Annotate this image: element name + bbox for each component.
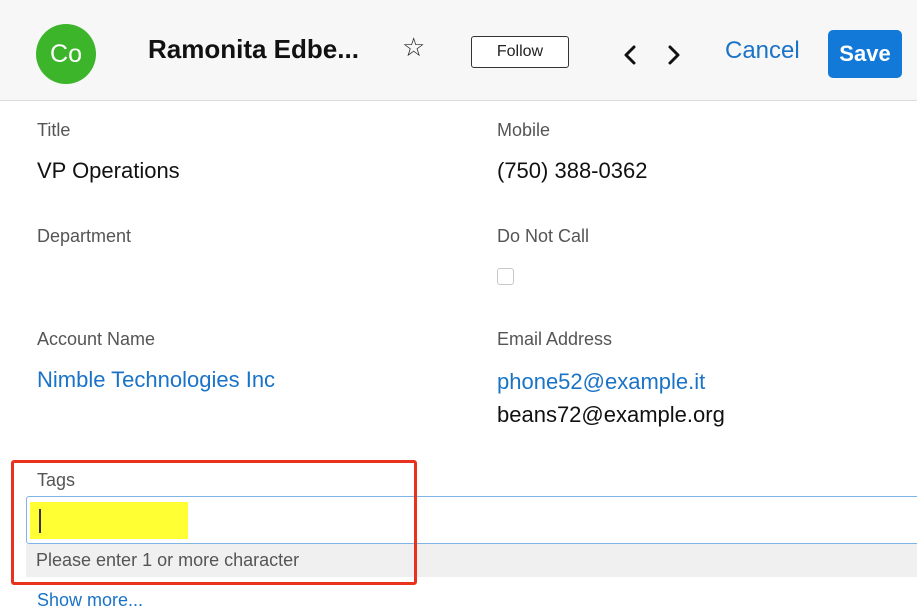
email-secondary[interactable]: beans72@example.org <box>497 402 725 428</box>
avatar: Co <box>36 24 96 84</box>
follow-button[interactable]: Follow <box>471 36 569 68</box>
record-header: Co Ramonita Edbe... ☆ Follow Cancel Save <box>0 0 917 101</box>
cancel-button[interactable]: Cancel <box>725 37 800 65</box>
do-not-call-checkbox[interactable] <box>497 268 514 285</box>
chevron-left-icon[interactable] <box>620 44 642 66</box>
star-icon[interactable]: ☆ <box>402 32 432 62</box>
mobile-label: Mobile <box>497 120 551 140</box>
account-name-label: Account Name <box>37 329 156 349</box>
mobile-value[interactable]: (750) 388-0362 <box>497 158 647 184</box>
do-not-call-label: Do Not Call <box>497 226 590 246</box>
title-value[interactable]: VP Operations <box>37 158 180 184</box>
annotation-callout <box>11 460 417 585</box>
record-title: Ramonita Edbe... <box>148 34 359 64</box>
department-label: Department <box>37 226 132 246</box>
email-address-label: Email Address <box>497 329 613 349</box>
email-primary-link[interactable]: phone52@example.it <box>497 369 705 395</box>
save-button[interactable]: Save <box>828 30 902 78</box>
show-more-link[interactable]: Show more... <box>37 590 143 611</box>
chevron-right-icon[interactable] <box>662 44 684 66</box>
title-label: Title <box>37 120 71 140</box>
account-name-link[interactable]: Nimble Technologies Inc <box>37 367 275 393</box>
